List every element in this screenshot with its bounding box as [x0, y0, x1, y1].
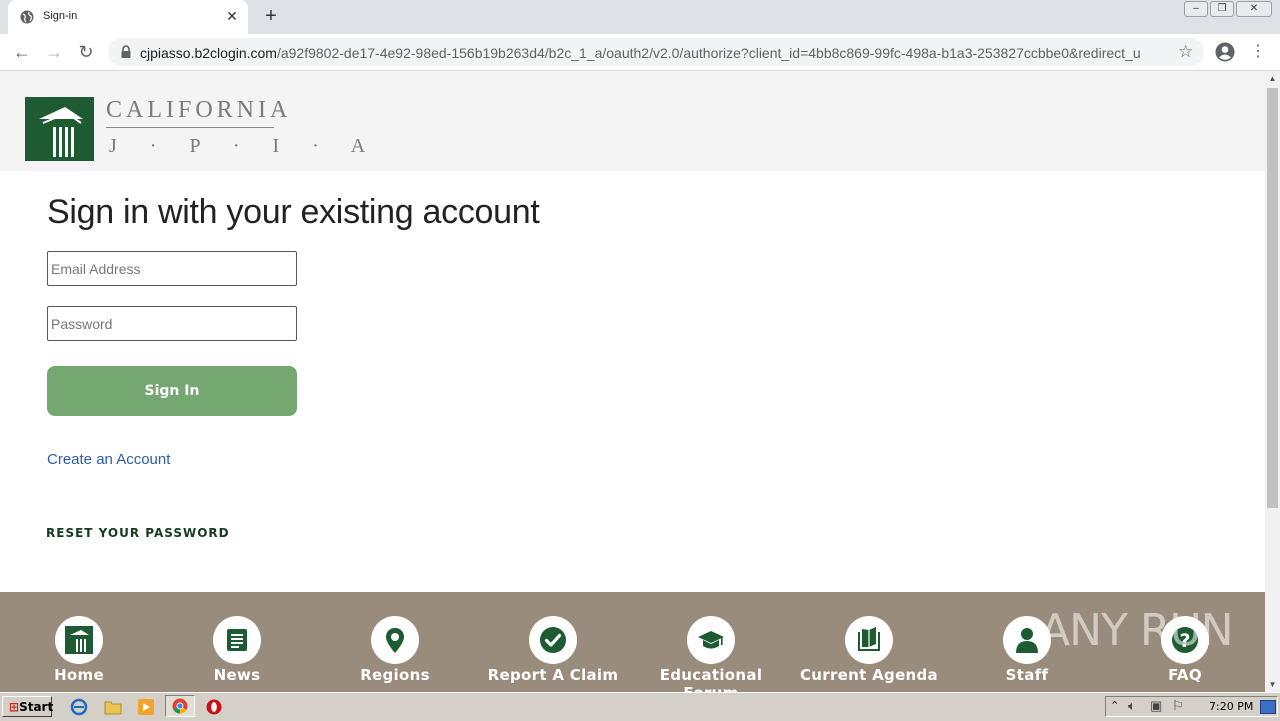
start-label: Start	[19, 699, 54, 714]
folder-icon[interactable]	[104, 698, 122, 716]
forward-arrow-icon[interactable]: →	[44, 42, 64, 62]
scroll-down-icon[interactable]: ▼	[1265, 677, 1280, 692]
network-icon[interactable]: ▣	[1150, 698, 1162, 714]
kebab-menu-icon[interactable]: ⋮	[1250, 42, 1266, 62]
cjpia-logo[interactable]: CALIFORNIA J · P · I · A	[25, 97, 365, 161]
footer-nav-label: Home	[54, 666, 104, 684]
current-agenda-icon-circle	[845, 616, 893, 664]
url-host: cjpiasso.b2clogin.com	[140, 45, 277, 61]
taskbar-clock[interactable]: 7:20 PM	[1209, 700, 1253, 713]
bookmark-star-icon[interactable]: ☆	[1178, 42, 1193, 62]
action-center-flag-icon[interactable]: ⚐	[1172, 698, 1184, 714]
footer-nav-label: Regions	[360, 666, 430, 684]
show-desktop-icon[interactable]	[1260, 700, 1276, 714]
opera-icon[interactable]	[205, 698, 223, 716]
browser-toolbar: ← → ↻ cjpiasso.b2clogin.com/a92f9802-de1…	[0, 34, 1280, 71]
home-icon-circle	[55, 616, 103, 664]
site-header: CALIFORNIA J · P · I · A	[0, 71, 1265, 171]
profile-icon[interactable]	[1215, 42, 1235, 62]
tab-title: Sign-in	[43, 10, 78, 22]
footer-nav-educational-forum[interactable]: Educational Forum	[631, 616, 791, 692]
footer-nav-home[interactable]: Home	[0, 616, 159, 686]
scroll-up-icon[interactable]: ▲	[1265, 71, 1280, 86]
restore-icon[interactable]: ❐	[1210, 1, 1234, 17]
media-player-icon[interactable]	[137, 698, 155, 716]
anyrun-watermark: ANY RUN	[1040, 605, 1234, 656]
footer-nav-label: FAQ	[1168, 666, 1202, 684]
url-text: cjpiasso.b2clogin.com/a92f9802-de17-4e92…	[140, 45, 1140, 61]
scroll-thumb[interactable]	[1267, 88, 1278, 508]
footer-nav-label: News	[213, 666, 261, 684]
footer-nav-label: Staff	[1005, 666, 1049, 684]
window-close-icon[interactable]: ✕	[1236, 1, 1272, 17]
browser-tab-strip: Sign-in ✕ + – ❐ ✕	[0, 0, 1280, 34]
system-tray: ⌃ 🔈︎ ▣ ⚐ 7:20 PM	[1105, 696, 1278, 717]
regions-icon-circle	[371, 616, 419, 664]
logo-text-california: CALIFORNIA	[106, 97, 292, 123]
reset-password-link[interactable]: RESET YOUR PASSWORD	[46, 526, 230, 540]
person-icon	[1016, 628, 1038, 653]
educational-forum-icon-circle	[687, 616, 735, 664]
minimize-icon[interactable]: –	[1184, 1, 1208, 17]
page-title: Sign in with your existing account	[47, 193, 540, 231]
building-logo-icon	[25, 97, 94, 161]
logo-text-jpia: J · P · I · A	[109, 135, 380, 157]
browser-tab[interactable]: Sign-in ✕	[8, 0, 248, 34]
footer-nav-news[interactable]: News	[157, 616, 317, 686]
close-tab-icon[interactable]: ✕	[224, 8, 240, 24]
report-claim-icon-circle	[529, 616, 577, 664]
sign-in-button[interactable]: Sign In	[47, 366, 297, 416]
logo-divider	[106, 127, 274, 128]
windows-taskbar: ⊞Start ⌃ 🔈︎ ▣ ⚐ 7:20 PM	[0, 692, 1280, 721]
tray-expand-icon[interactable]: ⌃	[1110, 699, 1119, 712]
url-path: /a92f9802-de17-4e92-98ed-156b19b263d4/b2…	[276, 45, 1140, 61]
graduation-cap-icon	[698, 631, 724, 649]
create-account-link[interactable]: Create an Account	[47, 451, 170, 468]
address-bar[interactable]: cjpiasso.b2clogin.com/a92f9802-de17-4e92…	[108, 38, 1204, 66]
reload-icon[interactable]: ↻	[76, 42, 96, 62]
windows-logo-icon: ⊞	[9, 699, 20, 714]
footer-nav-label: Current Agenda	[800, 666, 938, 684]
volume-icon[interactable]: 🔈︎	[1128, 698, 1136, 714]
footer-nav-current-agenda[interactable]: Current Agenda	[789, 616, 949, 686]
news-icon-circle	[213, 616, 261, 664]
globe-icon	[20, 10, 34, 24]
email-field[interactable]	[47, 251, 297, 286]
map-pin-icon	[386, 628, 404, 653]
footer-nav-report-claim[interactable]: Report A Claim	[473, 616, 633, 686]
building-icon	[65, 626, 93, 654]
start-button[interactable]: ⊞Start	[2, 696, 54, 717]
footer-nav-regions[interactable]: Regions	[315, 616, 475, 686]
book-icon	[858, 627, 880, 651]
newspaper-icon	[227, 629, 247, 651]
page-content: CALIFORNIA J · P · I · A Sign in with yo…	[0, 71, 1265, 692]
check-circle-icon	[540, 627, 566, 653]
footer-nav-label: Report A Claim	[487, 666, 619, 684]
password-field[interactable]	[47, 306, 297, 341]
page-scrollbar[interactable]: ▲ ▼	[1265, 71, 1280, 692]
chrome-taskbar-button[interactable]	[165, 695, 195, 717]
footer-nav-label: Educational Forum	[659, 666, 763, 692]
chrome-icon	[172, 698, 188, 714]
internet-explorer-icon[interactable]	[70, 698, 88, 716]
back-arrow-icon[interactable]: ←	[12, 42, 32, 62]
lock-icon	[121, 45, 131, 58]
new-tab-icon[interactable]: +	[262, 6, 280, 26]
